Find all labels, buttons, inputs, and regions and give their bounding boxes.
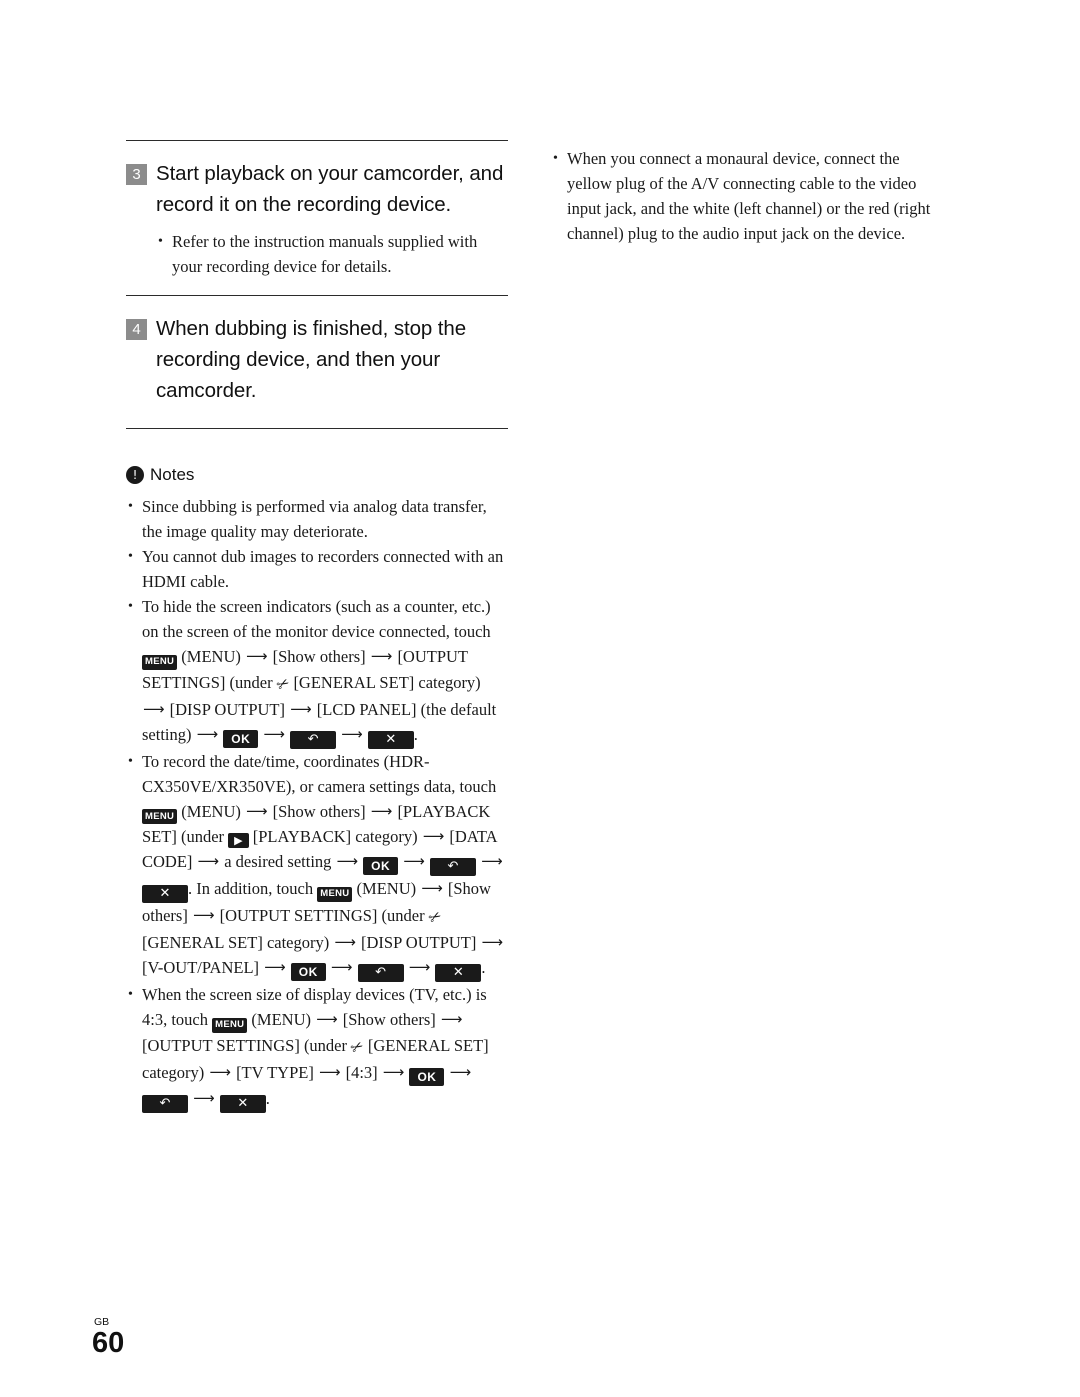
note-text: a desired setting bbox=[224, 852, 332, 871]
wrench-icon: ✂ bbox=[424, 906, 445, 929]
arrow-icon: ⟶ bbox=[290, 699, 312, 718]
arrow-icon: ⟶ bbox=[336, 852, 359, 870]
note-text: [OUTPUT SETTINGS] (under bbox=[219, 906, 425, 925]
menu-icon: MENU bbox=[142, 809, 178, 824]
step-3-title: Start playback on your camcorder, and re… bbox=[156, 162, 504, 216]
arrow-icon: ⟶ bbox=[449, 1062, 472, 1081]
arrow-icon: ⟶ bbox=[264, 958, 286, 976]
note-text: [4:3] bbox=[345, 1062, 378, 1082]
page-number: 60 bbox=[92, 1327, 125, 1359]
note-text: [OUTPUT SETTINGS] (under bbox=[142, 1035, 348, 1055]
arrow-icon: ⟶ bbox=[196, 724, 219, 743]
note-text: (MENU) bbox=[181, 647, 241, 666]
arrow-icon: ⟶ bbox=[408, 958, 431, 976]
exclamation-icon: ! bbox=[126, 466, 144, 484]
note-text: [GENERAL SET] category) bbox=[293, 672, 481, 692]
arrow-icon: ⟶ bbox=[370, 647, 393, 665]
arrow-icon: ⟶ bbox=[143, 699, 165, 718]
note-text: [PLAYBACK] category) bbox=[252, 827, 418, 846]
left-column: 3 Start playback on your camcorder, and … bbox=[126, 140, 508, 1113]
notes-heading: ! Notes bbox=[126, 465, 508, 485]
arrow-icon: ⟶ bbox=[422, 827, 445, 845]
wrench-icon: ✂ bbox=[347, 1035, 368, 1058]
step-3-number: 3 bbox=[126, 164, 147, 185]
step-4-number: 4 bbox=[126, 319, 147, 340]
menu-icon: MENU bbox=[317, 886, 353, 902]
period: . bbox=[265, 1088, 270, 1108]
list-item: When you connect a monaural device, conn… bbox=[551, 146, 941, 246]
note-text: (MENU) bbox=[251, 1010, 311, 1029]
note-text: [Show others] bbox=[342, 1010, 436, 1029]
note-text: (MENU) bbox=[356, 879, 417, 898]
back-icon: ↶ bbox=[142, 1094, 188, 1113]
arrow-icon: ⟶ bbox=[403, 852, 425, 870]
step-4: 4 When dubbing is finished, stop the rec… bbox=[126, 296, 508, 406]
close-icon: ✕ bbox=[219, 1094, 266, 1113]
wrench-icon: ✂ bbox=[272, 672, 293, 695]
back-icon: ↶ bbox=[429, 858, 476, 876]
list-item: You cannot dub images to recorders conne… bbox=[126, 544, 508, 594]
step-4-title: When dubbing is finished, stop the recor… bbox=[156, 317, 466, 402]
arrow-icon: ⟶ bbox=[440, 1010, 463, 1028]
ok-icon: OK bbox=[290, 963, 326, 981]
arrow-icon: ⟶ bbox=[370, 801, 393, 820]
ok-icon: OK bbox=[409, 1067, 445, 1086]
note-text: [TV TYPE] bbox=[236, 1062, 314, 1082]
arrow-icon: ⟶ bbox=[209, 1062, 231, 1081]
note-text: [V-OUT/PANEL] bbox=[142, 958, 260, 977]
note-text: [Show others] bbox=[272, 647, 366, 666]
arrow-icon: ⟶ bbox=[316, 1010, 338, 1028]
note-text: To hide the screen indicators (such as a… bbox=[142, 597, 491, 641]
notes-label: Notes bbox=[150, 465, 195, 484]
ok-icon: OK bbox=[363, 857, 399, 875]
close-icon: ✕ bbox=[435, 964, 482, 982]
divider-bottom bbox=[126, 428, 508, 429]
arrow-icon: ⟶ bbox=[193, 1088, 215, 1107]
arrow-icon: ⟶ bbox=[246, 647, 268, 665]
list-item: To hide the screen indicators (such as a… bbox=[126, 594, 508, 749]
arrow-icon: ⟶ bbox=[481, 852, 503, 870]
close-icon: ✕ bbox=[142, 885, 188, 903]
period: . bbox=[413, 724, 418, 744]
arrow-icon: ⟶ bbox=[330, 958, 353, 976]
note-text: (MENU) bbox=[181, 801, 241, 821]
menu-icon: MENU bbox=[142, 654, 178, 670]
close-icon: ✕ bbox=[367, 730, 414, 749]
back-icon: ↶ bbox=[357, 964, 404, 982]
arrow-icon: ⟶ bbox=[246, 801, 268, 820]
note-text: [GENERAL SET] category) bbox=[142, 933, 330, 952]
step-3-body: Refer to the instruction manuals supplie… bbox=[156, 229, 508, 279]
note-text: To record the date/time, coordinates (HD… bbox=[142, 751, 497, 796]
playback-icon: ▶ bbox=[228, 833, 249, 848]
arrow-icon: ⟶ bbox=[421, 879, 443, 897]
arrow-icon: ⟶ bbox=[263, 724, 285, 743]
note-text: [DISP OUTPUT] bbox=[361, 933, 477, 952]
ok-icon: OK bbox=[223, 729, 259, 748]
back-icon: ↶ bbox=[290, 730, 337, 749]
arrow-icon: ⟶ bbox=[481, 933, 504, 951]
right-bullet-list: When you connect a monaural device, conn… bbox=[551, 146, 941, 246]
list-item: Refer to the instruction manuals supplie… bbox=[156, 229, 508, 279]
arrow-icon: ⟶ bbox=[197, 852, 220, 870]
list-item: Since dubbing is performed via analog da… bbox=[126, 494, 508, 544]
note-text: . In addition, touch bbox=[188, 879, 314, 898]
note-text: [Show others] bbox=[272, 801, 366, 821]
period: . bbox=[481, 958, 486, 977]
arrow-icon: ⟶ bbox=[341, 724, 363, 743]
note-text: [DISP OUTPUT] bbox=[169, 699, 285, 719]
arrow-icon: ⟶ bbox=[382, 1062, 405, 1081]
menu-icon: MENU bbox=[212, 1017, 248, 1033]
arrow-icon: ⟶ bbox=[192, 906, 215, 924]
arrow-icon: ⟶ bbox=[318, 1062, 341, 1081]
list-item: When the screen size of display devices … bbox=[126, 982, 508, 1113]
step-3-bullet-list: Refer to the instruction manuals supplie… bbox=[156, 229, 508, 279]
arrow-icon: ⟶ bbox=[334, 933, 356, 951]
manual-page: 3 Start playback on your camcorder, and … bbox=[0, 0, 1080, 1397]
notes-list: Since dubbing is performed via analog da… bbox=[126, 494, 508, 1113]
page-footer: GB 60 bbox=[92, 1317, 124, 1359]
right-column: When you connect a monaural device, conn… bbox=[551, 146, 941, 246]
list-item: To record the date/time, coordinates (HD… bbox=[126, 749, 508, 982]
step-3: 3 Start playback on your camcorder, and … bbox=[126, 141, 508, 220]
